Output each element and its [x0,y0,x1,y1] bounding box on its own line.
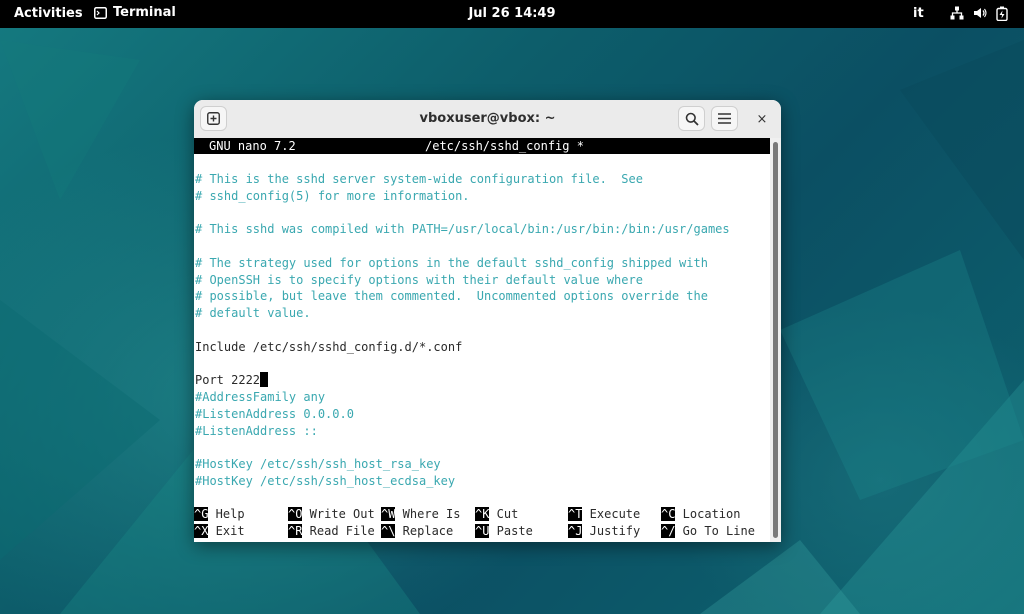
scrollbar-thumb[interactable] [773,142,778,538]
shortcut-exit[interactable]: ^X Exit [194,523,245,539]
shortcut-go-to-line[interactable]: ^/ Go To Line [661,523,755,539]
comment-line: #HostKey /etc/ssh/ssh_host_ecdsa_key [195,474,456,489]
shortcut-label: Cut [489,507,519,521]
shortcut-key: ^J [568,524,583,538]
comment-line: # possible, but leave them commented. Un… [195,289,708,304]
shortcut-label: Paste [489,524,533,538]
comment-line: # This sshd was compiled with PATH=/usr/… [195,222,730,237]
shortcut-write-out[interactable]: ^O Write Out [288,506,375,522]
shortcut-label: Justify [582,524,641,538]
shortcut-key: ^U [475,524,490,538]
config-line: Include /etc/ssh/sshd_config.d/*.conf [195,339,463,354]
shortcut-key: ^O [288,507,303,521]
shortcut-where-is[interactable]: ^W Where Is [381,506,460,522]
nano-titlebar: GNU nano 7.2/etc/ssh/sshd_config * [194,138,770,154]
shortcut-key: ^\ [381,524,396,538]
comment-line: #HostKey /etc/ssh/ssh_host_rsa_key [195,457,441,472]
scrollbar[interactable] [770,138,781,542]
close-icon: × [756,111,768,127]
volume-icon [974,8,987,18]
shortcut-label: Where Is [395,507,461,521]
comment-line: # default value. [195,306,311,321]
text-cursor [260,372,269,388]
shortcut-paste[interactable]: ^U Paste [475,523,533,539]
close-button[interactable]: × [753,110,771,128]
comment-line: # OpenSSH is to specify options with the… [195,272,643,287]
shortcut-execute[interactable]: ^T Execute [568,506,640,522]
shortcut-key: ^T [568,507,583,521]
shortcut-replace[interactable]: ^\ Replace [381,523,453,539]
top-bar: Activities Terminal Jul 26 14:49 it [0,0,1024,28]
shortcut-label: Write Out [302,507,375,521]
comment-line: #AddressFamily any [195,390,326,405]
shortcut-key: ^X [194,524,209,538]
shortcut-key: ^K [475,507,490,521]
shortcut-key: ^G [194,507,209,521]
clock[interactable]: Jul 26 14:49 [0,6,1024,21]
comment-line: #ListenAddress :: [195,423,318,438]
hamburger-menu-icon [718,113,731,124]
nano-filename: /etc/ssh/sshd_config * [425,139,584,153]
config-line: Port 2222 [195,372,269,388]
terminal-window: vboxuser@vbox: ~ × GNU nano 7.2/etc/ssh/… [194,100,781,542]
shortcut-key: ^C [661,507,676,521]
shortcut-label: Exit [208,524,245,538]
comment-line: # The strategy used for options in the d… [195,255,708,270]
shortcut-key: ^/ [661,524,676,538]
shortcut-cut[interactable]: ^K Cut [475,506,518,522]
search-button[interactable] [678,106,705,131]
nano-version: GNU nano 7.2 [209,139,296,153]
shortcut-help[interactable]: ^G Help [194,506,245,522]
shortcut-location[interactable]: ^C Location [661,506,740,522]
shortcut-label: Replace [395,524,454,538]
battery-icon [996,6,1008,21]
shortcut-key: ^W [381,507,396,521]
shortcut-label: Location [675,507,741,521]
keyboard-layout-indicator[interactable]: it [913,6,924,21]
system-tray[interactable] [950,6,1008,21]
comment-line: # This is the sshd server system-wide co… [195,171,643,186]
comment-line: # sshd_config(5) for more information. [195,188,470,203]
terminal-content[interactable]: GNU nano 7.2/etc/ssh/sshd_config * # Thi… [194,138,770,542]
shortcut-label: Go To Line [675,524,755,538]
shortcut-label: Execute [582,507,641,521]
shortcut-label: Read File [302,524,375,538]
shortcut-read-file[interactable]: ^R Read File [288,523,375,539]
search-icon [685,112,699,126]
menu-button[interactable] [711,106,738,131]
window-headerbar: vboxuser@vbox: ~ × [194,100,781,139]
shortcut-key: ^R [288,524,303,538]
shortcut-label: Help [208,507,245,521]
network-icon [950,6,964,20]
shortcut-justify[interactable]: ^J Justify [568,523,640,539]
comment-line: #ListenAddress 0.0.0.0 [195,407,354,421]
